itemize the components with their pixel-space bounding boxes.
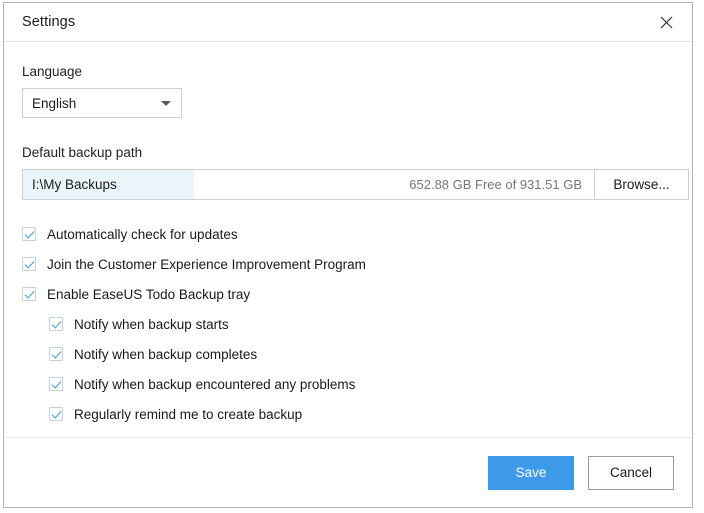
dialog-title: Settings [22, 14, 76, 30]
option-row[interactable]: Regularly remind me to create backup [22, 399, 674, 429]
option-row[interactable]: Notify when backup completes [22, 339, 674, 369]
language-label: Language [22, 64, 83, 79]
checkbox-icon[interactable] [22, 257, 36, 271]
close-icon[interactable] [652, 8, 680, 36]
option-label: Notify when backup starts [74, 316, 229, 332]
backup-path-row: I:\My Backups 652.88 GB Free of 931.51 G… [22, 169, 689, 200]
option-label: Enable EaseUS Todo Backup tray [47, 286, 251, 302]
option-row[interactable]: Automatically check for updates [22, 219, 674, 249]
option-label: Regularly remind me to create backup [74, 406, 303, 422]
option-label: Automatically check for updates [47, 226, 238, 242]
option-row[interactable]: Join the Customer Experience Improvement… [22, 249, 674, 279]
option-row[interactable]: Notify when backup encountered any probl… [22, 369, 674, 399]
title-bar: Settings [4, 3, 692, 42]
language-selected-value: English [32, 95, 77, 111]
checkbox-icon[interactable] [49, 347, 63, 361]
browse-button[interactable]: Browse... [595, 169, 689, 200]
settings-dialog: Settings Language English Default backup… [3, 2, 693, 508]
dialog-footer: Save Cancel [4, 437, 692, 507]
checkbox-icon[interactable] [22, 227, 36, 241]
options-list: Automatically check for updates Join the … [22, 219, 674, 429]
checkbox-icon[interactable] [49, 317, 63, 331]
option-label: Join the Customer Experience Improvement… [47, 256, 366, 272]
backup-path-label: Default backup path [22, 145, 143, 160]
option-label: Notify when backup encountered any probl… [74, 376, 356, 392]
option-label: Notify when backup completes [74, 346, 258, 362]
settings-content: Language English Default backup path I:\… [4, 42, 692, 437]
cancel-button[interactable]: Cancel [588, 455, 674, 490]
disk-space-text: 652.88 GB Free of 931.51 GB [409, 177, 582, 192]
checkbox-icon[interactable] [22, 287, 36, 301]
checkbox-icon[interactable] [49, 407, 63, 421]
language-select[interactable]: English [22, 88, 182, 118]
save-button[interactable]: Save [488, 455, 574, 490]
chevron-down-icon [161, 100, 171, 106]
option-row[interactable]: Enable EaseUS Todo Backup tray [22, 279, 674, 309]
backup-path-value: I:\My Backups [32, 177, 117, 192]
backup-path-input[interactable]: I:\My Backups 652.88 GB Free of 931.51 G… [22, 169, 595, 200]
checkbox-icon[interactable] [49, 377, 63, 391]
option-row[interactable]: Notify when backup starts [22, 309, 674, 339]
